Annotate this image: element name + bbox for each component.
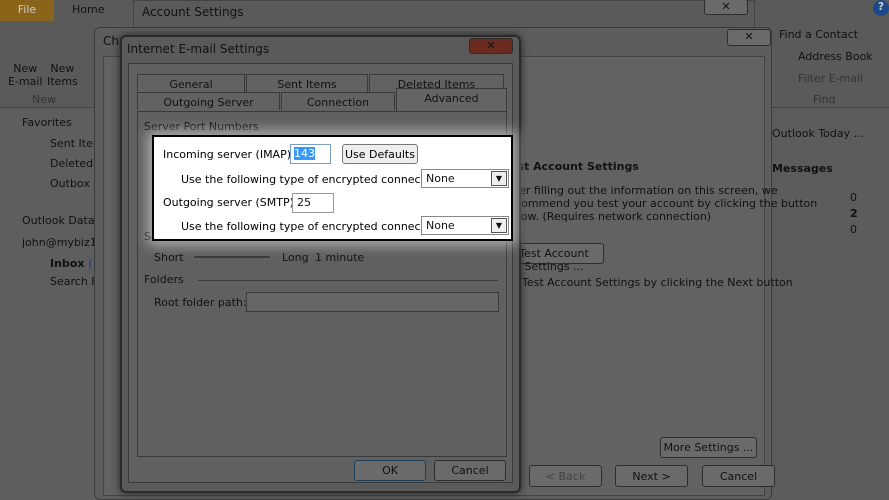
- account-settings-title: Account Settings: [142, 5, 244, 19]
- new-items-button[interactable]: New Items: [47, 62, 78, 88]
- highlight-port-settings: Incoming server (IMAP): 143 Use Defaults…: [152, 135, 513, 241]
- outgoing-server-label: Outgoing server (SMTP):: [163, 196, 298, 209]
- address-book-button[interactable]: Address Book: [798, 50, 873, 63]
- divider: [198, 280, 498, 281]
- count: 0: [850, 223, 857, 236]
- outgoing-encryption-select[interactable]: None ▼: [421, 216, 509, 235]
- incoming-encryption-select[interactable]: None ▼: [421, 169, 509, 188]
- find-contact-box[interactable]: Find a Contact: [779, 28, 858, 41]
- desc-line: below. (Requires network connection): [504, 210, 712, 223]
- group-find-label: Find: [813, 93, 836, 106]
- messages-header: Messages: [772, 162, 833, 175]
- right-panel: Outlook Today ... Messages 0 2 0: [760, 120, 880, 500]
- incoming-port-input[interactable]: 143: [290, 144, 331, 164]
- close-button[interactable]: ✕: [704, 0, 748, 15]
- cancel-button[interactable]: Cancel: [434, 460, 506, 481]
- close-button[interactable]: ✕: [727, 29, 771, 46]
- account-settings-window: Account Settings ✕: [133, 0, 755, 30]
- next-button[interactable]: Next >: [615, 465, 688, 487]
- cancel-button[interactable]: Cancel: [702, 465, 775, 487]
- incoming-encryption-label: Use the following type of encrypted conn…: [181, 173, 446, 186]
- use-defaults-button[interactable]: Use Defaults: [342, 144, 418, 164]
- short-label: Short: [154, 251, 184, 264]
- outgoing-encryption-label: Use the following type of encrypted conn…: [181, 220, 446, 233]
- tab-outgoing-server[interactable]: Outgoing Server: [137, 92, 280, 110]
- close-button[interactable]: ✕: [469, 38, 513, 54]
- back-button[interactable]: < Back: [529, 465, 602, 487]
- tab-sent-items[interactable]: Sent Items: [246, 74, 368, 92]
- long-label: Long: [282, 251, 309, 264]
- outgoing-port-value: 25: [297, 196, 311, 209]
- incoming-encryption-value: None: [426, 172, 455, 185]
- timeout-value: 1 minute: [315, 251, 365, 264]
- internet-email-settings-dialog: Internet E-mail Settings ✕ General Sent …: [120, 35, 521, 493]
- outgoing-port-input[interactable]: 25: [292, 193, 334, 213]
- count: 0: [850, 191, 857, 204]
- incoming-port-value: 143: [294, 147, 315, 160]
- inbox-label: Inbox: [50, 257, 85, 270]
- filter-email-button[interactable]: Filter E-mail: [798, 72, 863, 85]
- root-folder-input[interactable]: [246, 292, 499, 312]
- favorites-header[interactable]: Favorites: [22, 116, 72, 129]
- tab-connection[interactable]: Connection: [281, 92, 395, 110]
- outgoing-encryption-value: None: [426, 219, 455, 232]
- outlook-today-link[interactable]: Outlook Today ...: [772, 127, 864, 140]
- server-port-numbers-header: Server Port Numbers: [144, 120, 259, 133]
- next-hint: Test Account Settings by clicking the Ne…: [522, 276, 793, 289]
- desc-line: recommend you test your account by click…: [504, 197, 818, 210]
- tab-advanced[interactable]: Advanced: [396, 88, 507, 112]
- home-tab[interactable]: Home: [72, 3, 104, 16]
- more-settings-button[interactable]: More Settings ...: [660, 437, 757, 458]
- count: 2: [850, 207, 858, 220]
- file-label: File: [17, 3, 37, 16]
- folders-header: Folders: [144, 273, 184, 286]
- folder-outbox[interactable]: Outbox: [50, 177, 90, 190]
- root-folder-label: Root folder path:: [154, 296, 247, 309]
- group-new-label: New: [32, 93, 56, 106]
- help-icon[interactable]: ?: [873, 0, 889, 16]
- ok-button[interactable]: OK: [354, 460, 426, 481]
- chevron-down-icon[interactable]: ▼: [491, 218, 507, 233]
- file-tab[interactable]: File: [0, 0, 54, 21]
- chevron-down-icon[interactable]: ▼: [491, 171, 507, 186]
- tab-general[interactable]: General: [137, 74, 245, 92]
- incoming-server-label: Incoming server (IMAP):: [163, 148, 295, 161]
- timeout-slider[interactable]: [194, 256, 270, 258]
- navigation-pane: Favorites Sent Items Deleted Items Outbo…: [0, 108, 131, 500]
- dialog-client: General Sent Items Deleted Items Outgoin…: [128, 63, 513, 483]
- test-heading: Test Account Settings: [504, 160, 639, 173]
- dialog-title: Internet E-mail Settings: [127, 42, 270, 56]
- new-email-button[interactable]: New E-mail: [8, 62, 43, 88]
- desc-line: After filling out the information on thi…: [504, 184, 778, 197]
